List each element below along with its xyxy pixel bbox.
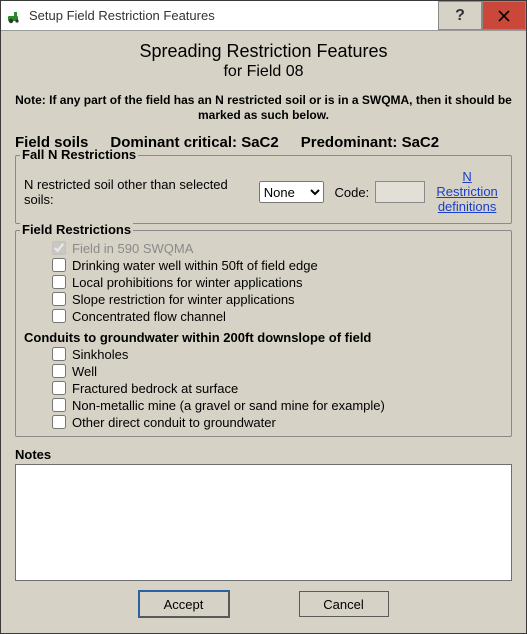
field-restriction-label: Field in 590 SWQMA	[72, 241, 193, 256]
conduit-checkbox[interactable]	[52, 398, 66, 412]
conduit-row: Sinkholes	[52, 347, 503, 362]
field-restriction-row: Slope restriction for winter application…	[52, 292, 503, 307]
n-restriction-definitions-link[interactable]: N Restriction definitions	[431, 170, 503, 215]
window-title: Setup Field Restriction Features	[29, 8, 438, 23]
conduit-row: Other direct conduit to groundwater	[52, 415, 503, 430]
content-area: Spreading Restriction Features for Field…	[1, 31, 526, 633]
code-input	[375, 181, 425, 203]
field-restriction-label: Slope restriction for winter application…	[72, 292, 295, 307]
fall-n-restrictions-group: Fall N Restrictions N restricted soil ot…	[15, 155, 512, 224]
conduit-checkbox[interactable]	[52, 347, 66, 361]
notes-textarea[interactable]	[15, 464, 512, 581]
field-restriction-checkbox	[52, 241, 66, 255]
field-restrictions-group: Field Restrictions Field in 590 SWQMADri…	[15, 230, 512, 437]
button-row: Accept Cancel	[15, 581, 512, 623]
help-button[interactable]: ?	[438, 1, 482, 30]
conduit-row: Non-metallic mine (a gravel or sand mine…	[52, 398, 503, 413]
field-restriction-row: Local prohibitions for winter applicatio…	[52, 275, 503, 290]
field-restriction-row: Concentrated flow channel	[52, 309, 503, 324]
code-label: Code:	[334, 185, 369, 200]
conduit-checkbox[interactable]	[52, 364, 66, 378]
field-restriction-label: Concentrated flow channel	[72, 309, 226, 324]
titlebar: Setup Field Restriction Features ?	[1, 1, 526, 31]
dialog-window: Setup Field Restriction Features ? Sprea…	[0, 0, 527, 634]
field-restriction-label: Drinking water well within 50ft of field…	[72, 258, 318, 273]
fall-n-legend: Fall N Restrictions	[20, 147, 138, 162]
n-restricted-select[interactable]: None	[259, 181, 325, 203]
predominant-label: Predominant: SaC2	[301, 134, 439, 151]
conduit-row: Fractured bedrock at surface	[52, 381, 503, 396]
conduits-subheading: Conduits to groundwater within 200ft dow…	[24, 330, 503, 345]
conduit-checkbox[interactable]	[52, 381, 66, 395]
field-restriction-row: Drinking water well within 50ft of field…	[52, 258, 503, 273]
field-restriction-checkbox[interactable]	[52, 258, 66, 272]
note-text: Note: If any part of the field has an N …	[15, 93, 512, 124]
conduit-checkbox[interactable]	[52, 415, 66, 429]
conduit-label: Non-metallic mine (a gravel or sand mine…	[72, 398, 385, 413]
app-icon	[7, 8, 23, 24]
close-button[interactable]	[482, 1, 526, 30]
field-restriction-checkbox[interactable]	[52, 292, 66, 306]
accept-button[interactable]: Accept	[139, 591, 229, 617]
page-subtitle: for Field 08	[15, 63, 512, 81]
cancel-button[interactable]: Cancel	[299, 591, 389, 617]
field-restriction-checkbox[interactable]	[52, 309, 66, 323]
conduit-row: Well	[52, 364, 503, 379]
conduit-label: Well	[72, 364, 97, 379]
conduit-label: Sinkholes	[72, 347, 128, 362]
n-restricted-label: N restricted soil other than selected so…	[24, 177, 253, 207]
field-restriction-row: Field in 590 SWQMA	[52, 241, 503, 256]
conduit-label: Other direct conduit to groundwater	[72, 415, 276, 430]
field-restriction-checkbox[interactable]	[52, 275, 66, 289]
notes-label: Notes	[15, 447, 512, 462]
field-restriction-label: Local prohibitions for winter applicatio…	[72, 275, 303, 290]
page-title: Spreading Restriction Features	[15, 41, 512, 63]
conduit-label: Fractured bedrock at surface	[72, 381, 238, 396]
field-restrictions-legend: Field Restrictions	[20, 222, 133, 237]
